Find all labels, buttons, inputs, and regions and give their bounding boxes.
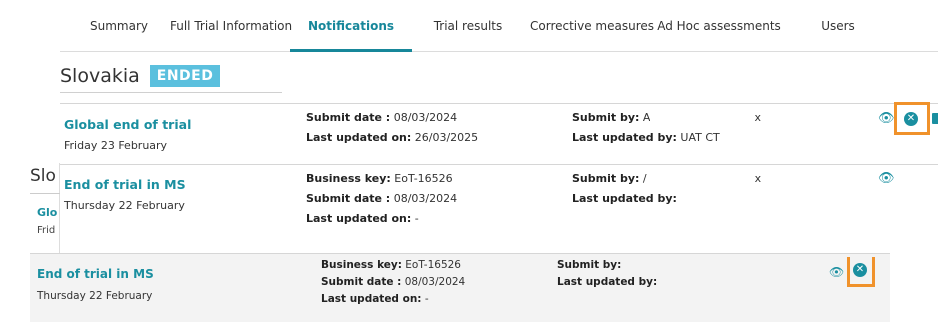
main-panel: Summary Full Trial Information Notificat… [60,0,938,250]
field-label: Last updated by: [572,192,677,205]
background-notification-row: End of trial in MS Thursday 22 February … [30,253,890,322]
field-label: Business key: [321,259,402,271]
eye-icon[interactable]: 👁 [878,171,895,186]
country-name: Slovakia [60,65,140,87]
background-row-date: Thursday 22 February [37,290,153,302]
field-label: Last updated by: [557,276,658,288]
country-header: Slovakia ENDED [60,62,221,90]
background-left-strip: Slo Glo Frid [0,163,60,258]
document-icon[interactable] [932,113,938,124]
field-label: Submit by: [557,259,622,271]
field-value: 08/03/2024 [390,111,458,124]
tab-notifications[interactable]: Notifications [290,0,412,52]
field-label: Last updated on: [306,131,412,144]
field-value: - [411,212,419,225]
background-country-name: Slo [30,166,56,186]
notification-date: Friday 23 February [64,139,168,152]
field-value: A [639,111,651,124]
notification-date: Thursday 22 February [64,199,185,212]
field-value: EoT-16526 [390,172,453,185]
notification-submitter: Submit by: / x Last updated by: [572,169,761,209]
field-label: Business key: [306,172,391,185]
redacted-text [646,173,755,185]
highlight-box [847,257,875,287]
field-value: / [639,172,647,185]
field-label: Submit by: [572,172,640,185]
notification-title[interactable]: Global end of trial [64,117,191,132]
field-value-tail: x [754,172,762,185]
field-label: Submit by: [572,111,640,124]
background-notification-date: Frid [37,225,56,236]
eye-icon[interactable]: 👁 [878,111,895,126]
field-label: Last updated by: [572,131,677,144]
field-label: Last updated on: [321,293,422,305]
notification-row: Global end of trial Friday 23 February S… [60,102,938,165]
highlight-box [894,102,930,135]
field-value: EoT-16526 [401,259,461,271]
notification-dates: Submit date : 08/03/2024 Last updated on… [306,108,478,148]
tab-corrective-measures[interactable]: Corrective measures [530,0,654,52]
field-label: Submit date : [306,192,391,205]
eye-icon[interactable]: 👁 [829,265,844,279]
field-label: Last updated on: [306,212,412,225]
field-label: Submit date : [321,276,402,288]
background-notification-title[interactable]: Glo [37,206,60,219]
tab-ad-hoc-assessments[interactable]: Ad Hoc assessments [654,0,784,52]
tab-full-trial-information[interactable]: Full Trial Information [170,0,292,52]
notification-row: End of trial in MS Thursday 22 February … [60,165,938,250]
notification-details: Business key: EoT-16526 Submit date : 08… [306,169,457,229]
tab-summary[interactable]: Summary [64,0,174,52]
divider [60,92,282,93]
status-badge: ENDED [149,65,221,87]
field-value: 26/03/2025 [411,131,479,144]
field-value: UAT CT [676,131,720,144]
background-row-details: Business key: EoT-16526 Submit date : 08… [321,257,465,308]
tab-users[interactable]: Users [798,0,878,52]
background-row-submitter: Submit by: Last updated by: [557,257,657,291]
field-value: 08/03/2024 [390,192,458,205]
notification-title[interactable]: End of trial in MS [64,177,186,192]
field-label: Submit date : [306,111,391,124]
field-value-tail: x [754,111,761,124]
divider [30,193,60,194]
tab-bar: Summary Full Trial Information Notificat… [60,0,938,52]
tab-trial-results[interactable]: Trial results [412,0,524,52]
redacted-text [650,112,755,124]
field-value: - [421,293,429,305]
field-value: 08/03/2024 [401,276,466,288]
notification-submitter: Submit by: Ax Last updated by: UAT CT [572,108,761,148]
background-row-title[interactable]: End of trial in MS [37,267,154,281]
